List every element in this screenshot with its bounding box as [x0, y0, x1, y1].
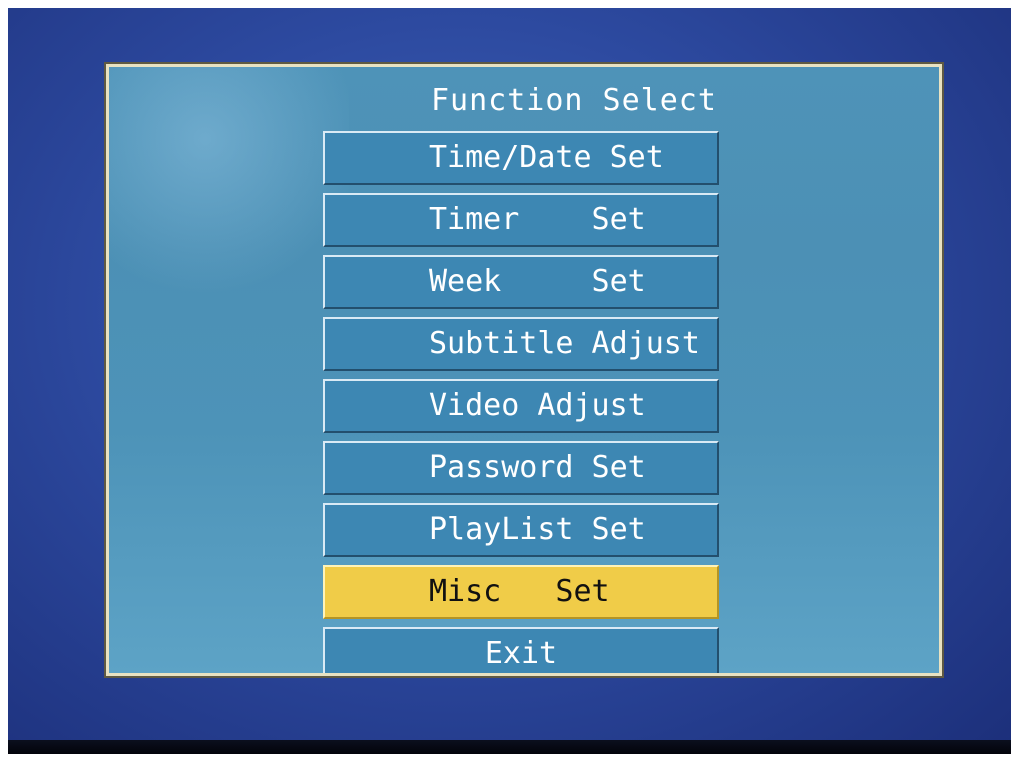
menu-item-password-set[interactable]: Password Set	[323, 441, 719, 495]
osd-menu-panel: Function Select Time/Date Set Timer Set …	[106, 64, 942, 676]
menu-item-time-date-set[interactable]: Time/Date Set	[323, 131, 719, 185]
menu-title: Function Select	[431, 83, 717, 118]
tv-screen: Function Select Time/Date Set Timer Set …	[8, 8, 1011, 754]
menu-item-exit[interactable]: Exit	[323, 627, 719, 673]
menu-item-timer-set[interactable]: Timer Set	[323, 193, 719, 247]
menu-item-video-adjust[interactable]: Video Adjust	[323, 379, 719, 433]
menu-item-subtitle-adjust[interactable]: Subtitle Adjust	[323, 317, 719, 371]
menu-item-playlist-set[interactable]: PlayList Set	[323, 503, 719, 557]
menu-item-misc-set[interactable]: Misc Set	[323, 565, 719, 619]
menu-item-week-set[interactable]: Week Set	[323, 255, 719, 309]
screen-glare	[109, 67, 349, 307]
monitor-bezel	[8, 740, 1011, 754]
